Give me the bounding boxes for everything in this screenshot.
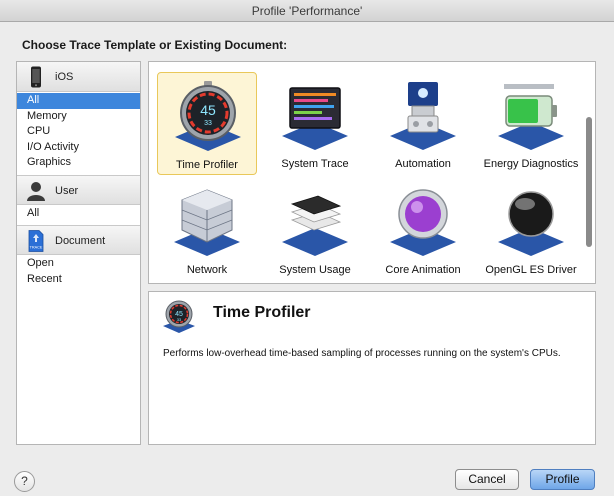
opengl-sphere-icon	[494, 184, 568, 258]
template-detail-panel: 45 33 Time Profiler Performs low-overhea…	[148, 291, 596, 445]
stopwatch-icon: 45 33	[171, 79, 245, 153]
ios-items: All Memory CPU I/O Activity Graphics	[17, 92, 140, 175]
detail-title: Time Profiler	[213, 304, 311, 321]
sidebar-item-ios-all[interactable]: All	[17, 93, 140, 109]
template-grid-scrollbar[interactable]	[586, 117, 592, 247]
template-network[interactable]: Network	[157, 178, 257, 281]
group-header-user: User	[17, 174, 140, 205]
template-label: Automation	[395, 158, 451, 170]
template-opengl-es-driver[interactable]: OpenGL ES Driver	[481, 178, 581, 281]
user-items: All	[17, 205, 140, 226]
sidebar-item-open[interactable]: Open	[17, 256, 140, 272]
group-header-document: TRACE Document	[17, 225, 140, 255]
trace-label: TRACE	[30, 246, 43, 250]
core-animation-sphere-icon	[386, 184, 460, 258]
template-label: Time Profiler	[176, 159, 238, 171]
template-automation[interactable]: Automation	[373, 72, 473, 175]
stopwatch-icon: 45 33	[161, 298, 197, 334]
help-button[interactable]: ?	[14, 471, 35, 492]
template-time-profiler[interactable]: 45 33 Time Profiler	[157, 72, 257, 175]
template-system-trace[interactable]: System Trace	[265, 72, 365, 175]
template-label: Core Animation	[385, 264, 461, 276]
sidebar-item-recent[interactable]: Recent	[17, 272, 140, 288]
stopwatch-reading-bottom: 33	[177, 317, 182, 322]
template-label: Energy Diagnostics	[483, 158, 579, 170]
window-title: Profile 'Performance'	[0, 0, 614, 22]
sidebar-item-memory[interactable]: Memory	[17, 109, 140, 125]
automation-robot-icon	[386, 78, 460, 152]
group-title-document: Document	[55, 235, 106, 247]
template-label: OpenGL ES Driver	[485, 264, 577, 276]
cancel-button[interactable]: Cancel	[455, 469, 519, 490]
stopwatch-reading-top: 45	[200, 102, 216, 118]
iphone-icon	[26, 66, 46, 88]
detail-description: Performs low-overhead time-based samplin…	[163, 348, 561, 359]
template-label: System Usage	[279, 264, 351, 276]
group-header-ios: iOS	[17, 62, 140, 92]
template-grid: 45 33 Time Profiler System Trace Automat…	[148, 61, 596, 284]
sidebar-item-cpu[interactable]: CPU	[17, 124, 140, 140]
template-label: Network	[186, 264, 228, 276]
template-core-animation[interactable]: Core Animation	[373, 178, 473, 281]
stopwatch-reading-bottom: 33	[204, 120, 212, 127]
template-system-usage[interactable]: System Usage	[265, 178, 365, 281]
document-items: Open Recent	[17, 255, 140, 291]
system-usage-devices-icon	[278, 184, 352, 258]
sidebar-item-graphics[interactable]: Graphics	[17, 155, 140, 171]
system-trace-icon	[278, 78, 352, 152]
template-category-sidebar: iOS All Memory CPU I/O Activity Graphics…	[16, 61, 141, 445]
battery-icon	[494, 78, 568, 152]
profile-button[interactable]: Profile	[530, 469, 595, 490]
group-title-user: User	[55, 184, 79, 197]
page-heading: Choose Trace Template or Existing Docume…	[22, 38, 288, 52]
template-energy-diagnostics[interactable]: Energy Diagnostics	[481, 72, 581, 175]
template-label: System Trace	[281, 158, 349, 170]
profile-window: Profile 'Performance' Choose Trace Templ…	[0, 0, 614, 496]
user-silhouette-icon	[26, 180, 46, 202]
trace-document-icon: TRACE	[26, 230, 46, 252]
sidebar-item-io-activity[interactable]: I/O Activity	[17, 140, 140, 156]
sidebar-item-user-all[interactable]: All	[17, 206, 140, 222]
group-title-ios: iOS	[55, 71, 74, 83]
network-cube-icon	[170, 184, 244, 258]
